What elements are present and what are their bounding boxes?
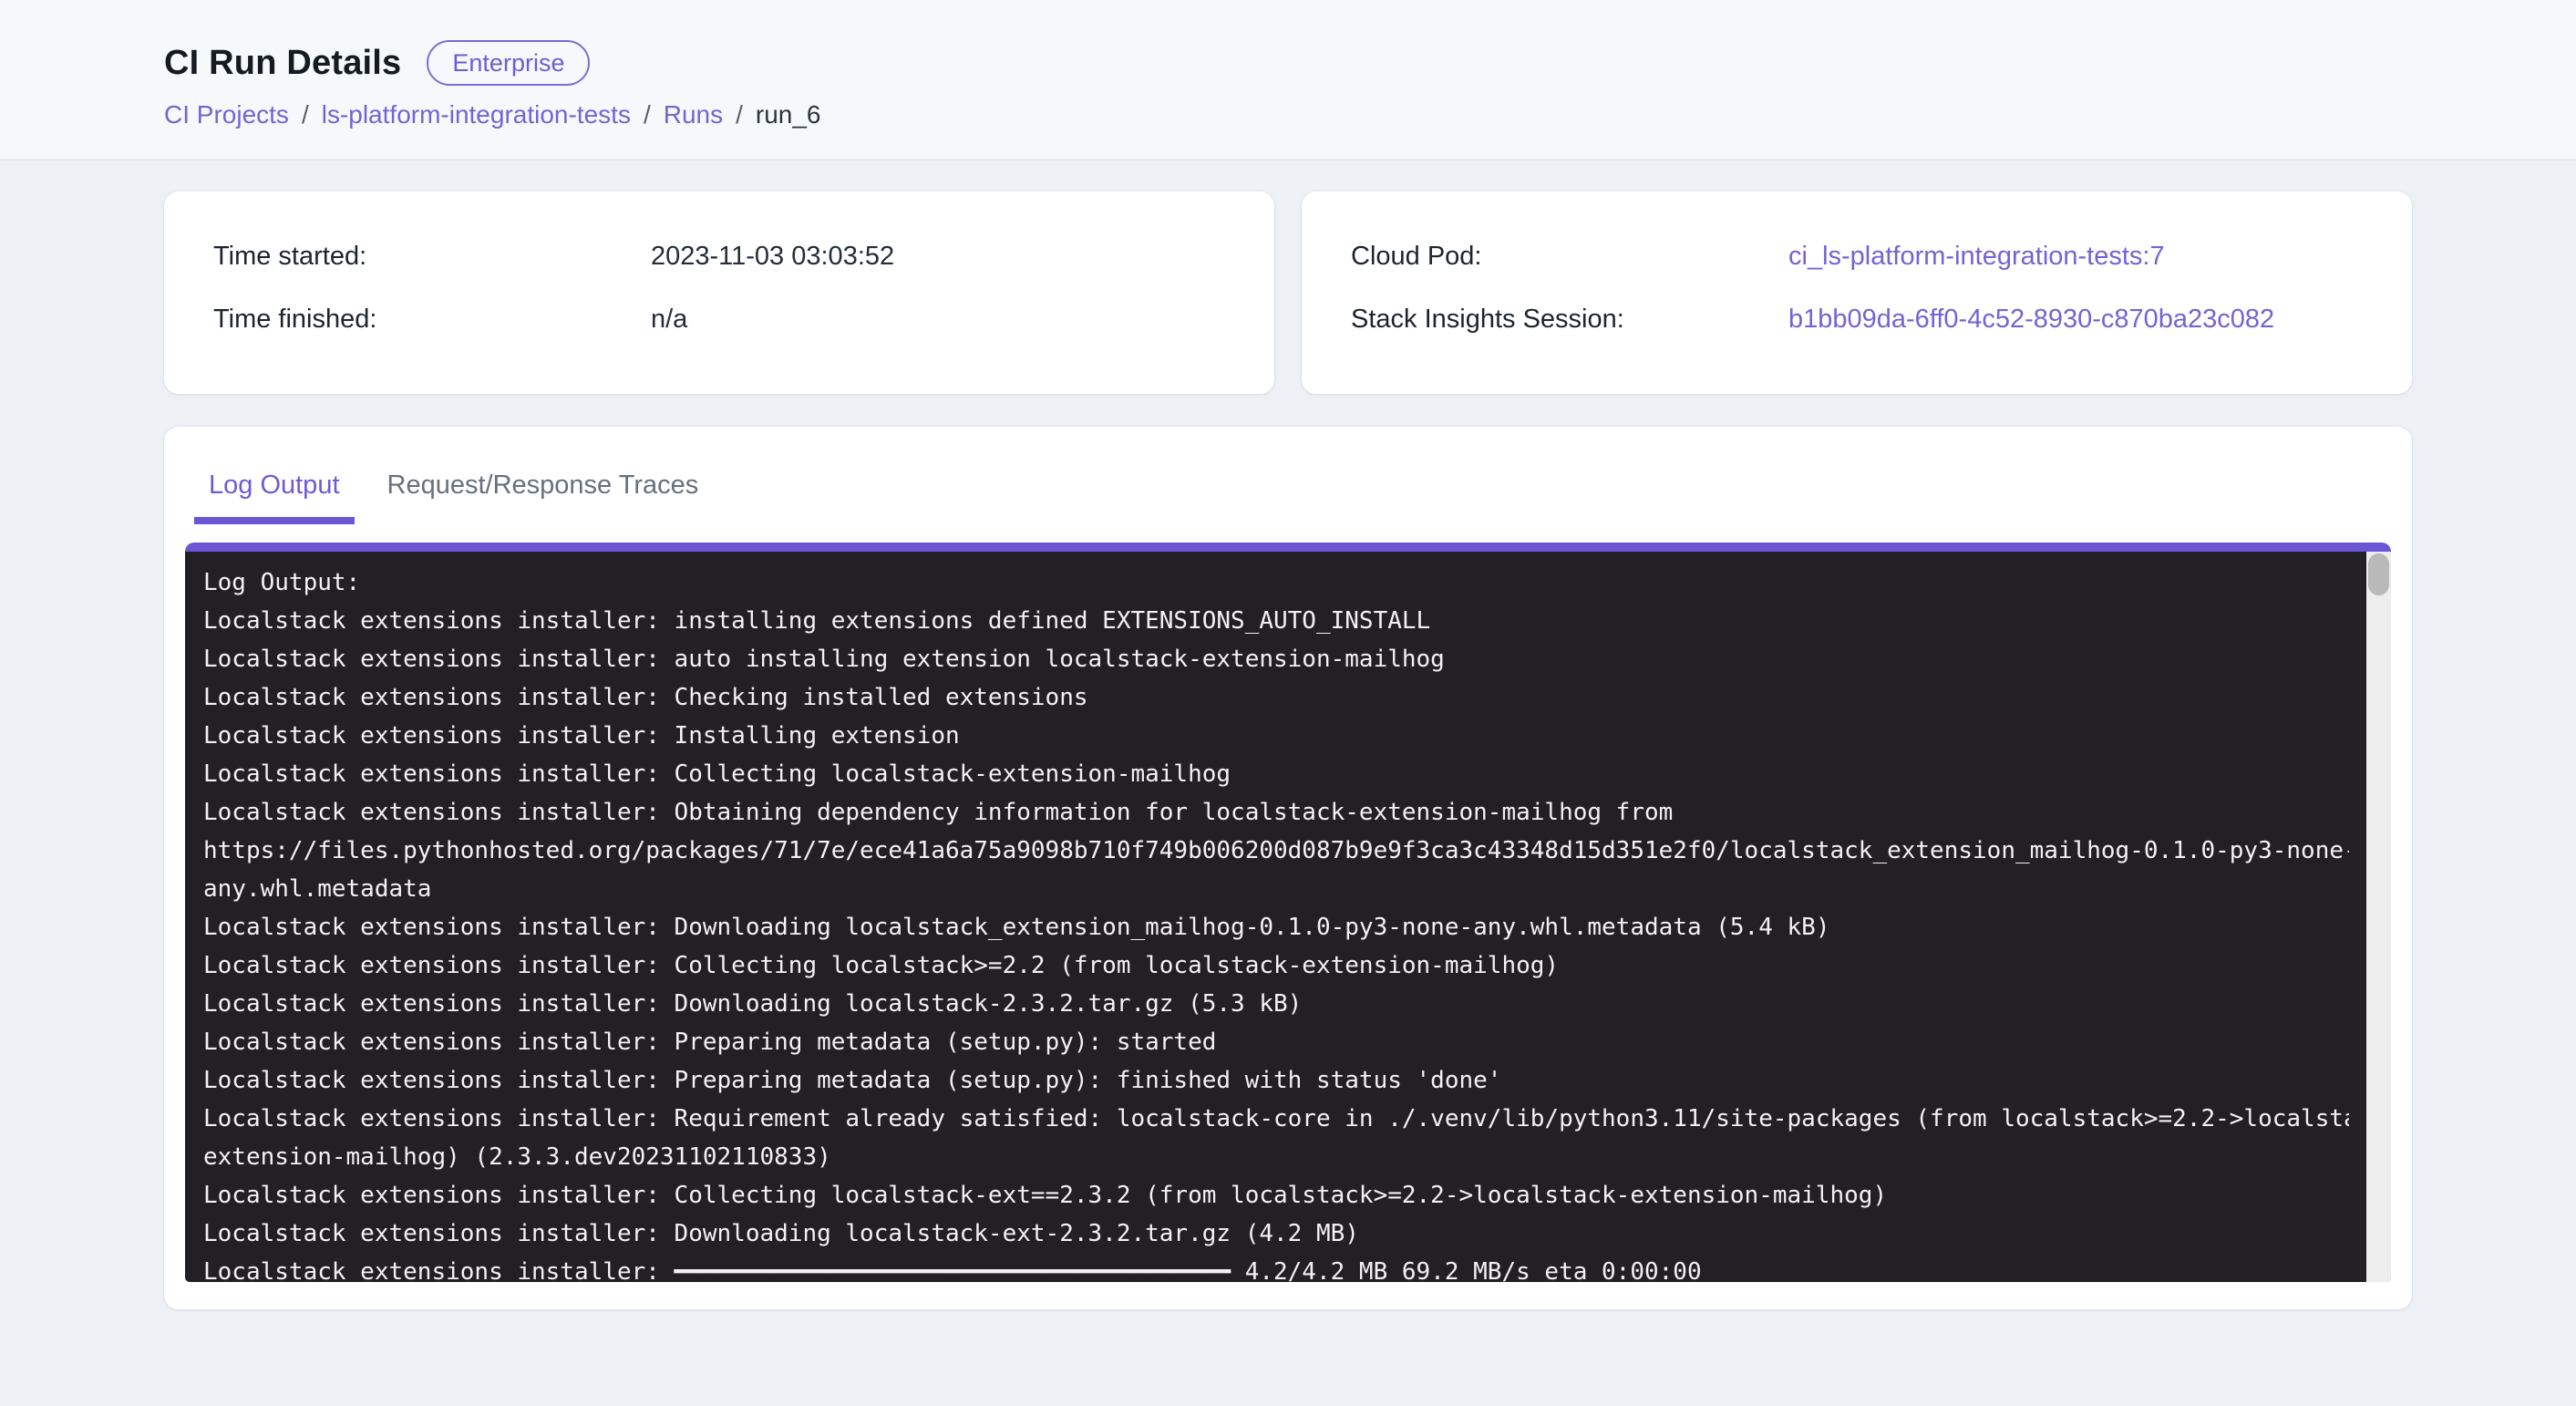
log-output-content: Log Output: Localstack extensions instal… (185, 552, 2391, 1282)
breadcrumb-link-runs[interactable]: Runs (664, 100, 723, 129)
log-line: Log Output: (203, 563, 2349, 602)
log-line: Localstack extensions installer: Collect… (203, 1176, 2349, 1215)
tabs-row: Log Output Request/Response Traces (185, 465, 2391, 524)
page-title: CI Run Details (164, 44, 401, 83)
log-line: Localstack extensions installer: Prepari… (203, 1023, 2349, 1061)
run-details-card: Log Output Request/Response Traces Log O… (164, 427, 2412, 1309)
breadcrumb: CI Projects / ls-platform-integration-te… (164, 100, 2412, 129)
log-line: Localstack extensions installer: Prepari… (203, 1061, 2349, 1100)
breadcrumb-link-ci-projects[interactable]: CI Projects (164, 100, 289, 129)
breadcrumb-link-project[interactable]: ls-platform-integration-tests (322, 100, 631, 129)
log-line: Localstack extensions installer: Downloa… (203, 985, 2349, 1023)
enterprise-badge: Enterprise (427, 40, 590, 86)
log-line: Localstack extensions installer: auto in… (203, 640, 2349, 678)
cloud-pod-row: Cloud Pod: ci_ls-platform-integration-te… (1351, 241, 2363, 272)
stack-insights-session-link[interactable]: b1bb09da-6ff0-4c52-8930-c870ba23c082 (1788, 304, 2363, 335)
stack-insights-session-label: Stack Insights Session: (1351, 304, 1788, 335)
page-root: CI Run Details Enterprise CI Projects / … (0, 0, 2576, 1309)
tab-log-output[interactable]: Log Output (194, 465, 355, 524)
time-finished-row: Time finished: n/a (213, 304, 1225, 335)
cloud-pod-label: Cloud Pod: (1351, 241, 1788, 272)
time-started-value: 2023-11-03 03:03:52 (651, 241, 1225, 272)
page-header: CI Run Details Enterprise CI Projects / … (0, 0, 2576, 160)
log-scrollbar-thumb[interactable] (2368, 553, 2389, 595)
tab-request-response-traces[interactable]: Request/Response Traces (373, 465, 714, 524)
log-line: Localstack extensions installer: Downloa… (203, 908, 2349, 946)
log-line: Localstack extensions installer: Obtaini… (203, 793, 2349, 832)
log-scrollbar-track[interactable] (2366, 552, 2391, 1282)
time-finished-value: n/a (651, 304, 1225, 335)
log-line: Localstack extensions installer: Checkin… (203, 678, 2349, 717)
log-line: Localstack extensions installer: Require… (203, 1100, 2349, 1138)
title-row: CI Run Details Enterprise (164, 40, 2412, 86)
log-line: Localstack extensions installer: Collect… (203, 755, 2349, 793)
breadcrumb-separator: / (644, 100, 651, 129)
log-line: Localstack extensions installer: Downloa… (203, 1215, 2349, 1253)
time-started-label: Time started: (213, 241, 651, 272)
log-line: any.whl.metadata (203, 870, 2349, 908)
breadcrumb-current-run: run_6 (756, 100, 821, 129)
time-finished-label: Time finished: (213, 304, 651, 335)
cloud-pod-link[interactable]: ci_ls-platform-integration-tests:7 (1788, 241, 2363, 272)
breadcrumb-separator: / (302, 100, 309, 129)
info-cards-row: Time started: 2023-11-03 03:03:52 Time f… (164, 191, 2412, 394)
log-line: https://files.pythonhosted.org/packages/… (203, 832, 2349, 870)
log-output-terminal[interactable]: Log Output: Localstack extensions instal… (185, 543, 2391, 1282)
stack-insights-session-row: Stack Insights Session: b1bb09da-6ff0-4c… (1351, 304, 2363, 335)
log-line: extension-mailhog) (2.3.3.dev20231102110… (203, 1138, 2349, 1176)
log-line: Localstack extensions installer: ━━━━━━━… (203, 1253, 2349, 1282)
breadcrumb-separator: / (736, 100, 743, 129)
log-line: Localstack extensions installer: Collect… (203, 946, 2349, 985)
time-started-row: Time started: 2023-11-03 03:03:52 (213, 241, 1225, 272)
time-info-card: Time started: 2023-11-03 03:03:52 Time f… (164, 191, 1274, 394)
log-line: Localstack extensions installer: install… (203, 602, 2349, 640)
links-info-card: Cloud Pod: ci_ls-platform-integration-te… (1302, 191, 2412, 394)
log-line: Localstack extensions installer: Install… (203, 717, 2349, 755)
